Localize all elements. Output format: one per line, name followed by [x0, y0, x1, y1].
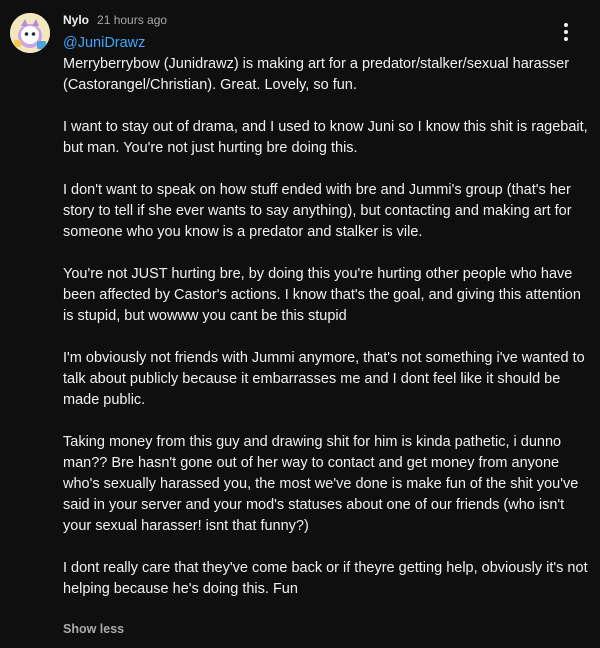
- show-less-button[interactable]: Show less: [63, 622, 124, 636]
- comment-paragraph: I'm obviously not friends with Jummi any…: [63, 350, 585, 408]
- comment-paragraph: You're not JUST hurting bre, by doing th…: [63, 266, 581, 324]
- comment-paragraph: I want to stay out of drama, and I used …: [63, 119, 588, 156]
- cartoon-avatar-icon: [10, 13, 50, 53]
- avatar[interactable]: [10, 13, 50, 53]
- author-name[interactable]: Nylo: [63, 13, 89, 27]
- comment-body: @JuniDrawz Merryberrybow (Junidrawz) is …: [63, 33, 593, 600]
- comment-paragraph: I don't want to speak on how stuff ended…: [63, 182, 572, 240]
- comment-thread: Nylo 21 hours ago @JuniDrawz Merryberryb…: [0, 0, 600, 648]
- comment-paragraph: I dont really care that they've come bac…: [63, 560, 588, 597]
- mention-link[interactable]: @JuniDrawz: [63, 33, 593, 54]
- comment-paragraph: Taking money from this guy and drawing s…: [63, 434, 579, 534]
- comment-paragraph: Merryberrybow (Junidrawz) is making art …: [63, 56, 570, 93]
- comment-header: Nylo 21 hours ago: [63, 13, 167, 29]
- comment-timestamp[interactable]: 21 hours ago: [97, 13, 167, 27]
